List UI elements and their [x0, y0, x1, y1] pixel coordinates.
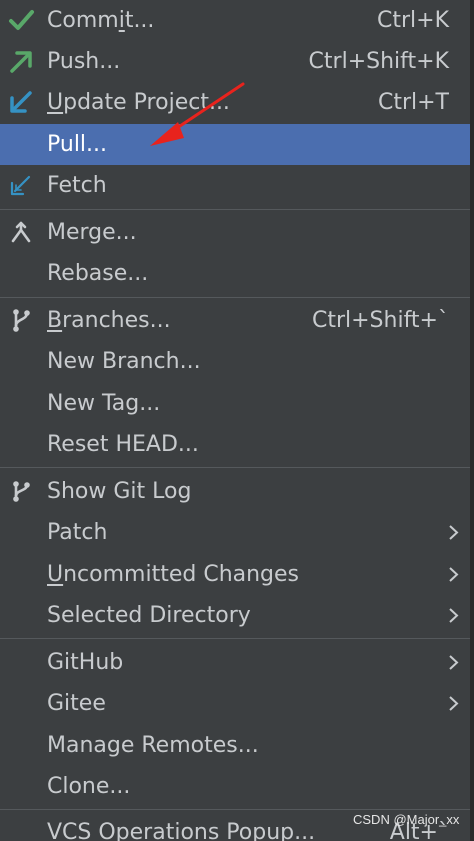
menu-item-fetch-label: Fetch	[47, 173, 107, 198]
menu-item-commit-shortcut: Ctrl+K	[376, 8, 449, 33]
menu-item-pull[interactable]: Pull...	[0, 124, 470, 165]
menu-item-selected-directory-label: Selected Directory	[47, 603, 251, 628]
menu-item-show-git-log-label: Show Git Log	[47, 479, 192, 504]
menu-item-manage-remotes-label: Manage Remotes...	[47, 733, 259, 758]
menu-item-merge[interactable]: Merge...	[0, 212, 470, 253]
update-arrow-icon	[10, 91, 32, 113]
menu-item-pull-label: Pull...	[47, 132, 108, 157]
menu-item-patch[interactable]: Patch	[0, 512, 470, 553]
menu-item-patch-label: Patch	[47, 520, 108, 545]
chevron-right-icon	[449, 608, 459, 623]
separator	[0, 467, 470, 468]
menu-item-rebase[interactable]: Rebase...	[0, 253, 470, 294]
menu-item-clone[interactable]: Clone...	[0, 766, 470, 807]
menu-item-push-label: Push...	[47, 49, 121, 74]
menu-item-branches-shortcut: Ctrl+Shift+`	[311, 308, 449, 333]
fetch-icon	[10, 175, 31, 196]
menu-item-new-tag[interactable]: New Tag...	[0, 383, 470, 424]
watermark: CSDN @Major_xx	[353, 812, 460, 827]
separator	[0, 809, 470, 810]
chevron-right-icon	[449, 655, 459, 670]
menu-item-reset-head[interactable]: Reset HEAD...	[0, 424, 470, 465]
menu-item-merge-label: Merge...	[47, 220, 137, 245]
menu-item-new-tag-label: New Tag...	[47, 391, 161, 416]
menu-item-commit[interactable]: Commit... Ctrl+K	[0, 0, 470, 41]
menu-item-update-project[interactable]: Update Project... Ctrl+T	[0, 82, 470, 123]
menu-item-selected-directory[interactable]: Selected Directory	[0, 595, 470, 636]
menu-item-gitee[interactable]: Gitee	[0, 683, 470, 724]
menu-item-commit-label: Commit...	[47, 8, 155, 33]
menu-item-branches-label: Branches...	[47, 308, 171, 333]
menu-item-fetch[interactable]: Fetch	[0, 165, 470, 206]
editor-edge	[470, 0, 474, 841]
menu-item-new-branch[interactable]: New Branch...	[0, 341, 470, 382]
git-log-icon	[13, 481, 30, 502]
menu-item-vcs-operations-popup-label: VCS Operations Popup...	[47, 820, 316, 841]
menu-item-push-shortcut: Ctrl+Shift+K	[308, 49, 449, 74]
menu-item-github-label: GitHub	[47, 650, 124, 675]
merge-icon	[11, 221, 31, 243]
menu-item-reset-head-label: Reset HEAD...	[47, 432, 199, 457]
menu-item-github[interactable]: GitHub	[0, 642, 470, 683]
menu-item-manage-remotes[interactable]: Manage Remotes...	[0, 725, 470, 766]
check-icon	[9, 10, 34, 30]
menu-item-new-branch-label: New Branch...	[47, 349, 201, 374]
menu-item-show-git-log[interactable]: Show Git Log	[0, 471, 470, 512]
chevron-right-icon	[449, 525, 459, 540]
menu-item-update-project-shortcut: Ctrl+T	[377, 90, 449, 115]
menu-item-update-project-label: Update Project...	[47, 90, 230, 115]
branch-icon	[13, 309, 30, 332]
push-arrow-icon	[10, 51, 32, 73]
chevron-right-icon	[449, 696, 459, 711]
menu-item-branches[interactable]: Branches... Ctrl+Shift+`	[0, 300, 470, 341]
separator	[0, 638, 470, 639]
menu-item-uncommitted-changes[interactable]: Uncommitted Changes	[0, 554, 470, 595]
vcs-menu: Commit... Ctrl+K Push... Ctrl+Shift+K Up…	[0, 0, 470, 841]
chevron-right-icon	[449, 567, 459, 582]
menu-item-gitee-label: Gitee	[47, 691, 106, 716]
menu-item-rebase-label: Rebase...	[47, 261, 149, 286]
menu-item-uncommitted-changes-label: Uncommitted Changes	[47, 562, 300, 587]
separator	[0, 209, 470, 210]
menu-item-clone-label: Clone...	[47, 774, 131, 799]
separator	[0, 297, 470, 298]
menu-item-push[interactable]: Push... Ctrl+Shift+K	[0, 41, 470, 82]
